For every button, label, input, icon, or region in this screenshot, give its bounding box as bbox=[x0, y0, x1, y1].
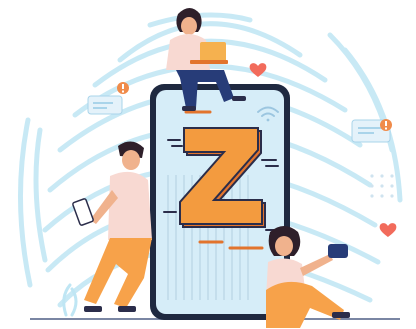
notification-bubble-icon bbox=[117, 82, 129, 94]
heart-icon bbox=[379, 223, 397, 237]
illustration-svg bbox=[17, 8, 403, 328]
dots-pattern bbox=[370, 174, 394, 198]
floating-card-left bbox=[87, 95, 123, 115]
illustration-canvas bbox=[0, 0, 416, 329]
tablet-icon bbox=[72, 198, 94, 226]
notification-bubble-icon bbox=[380, 119, 392, 131]
chat-bubble-icon bbox=[328, 244, 348, 258]
